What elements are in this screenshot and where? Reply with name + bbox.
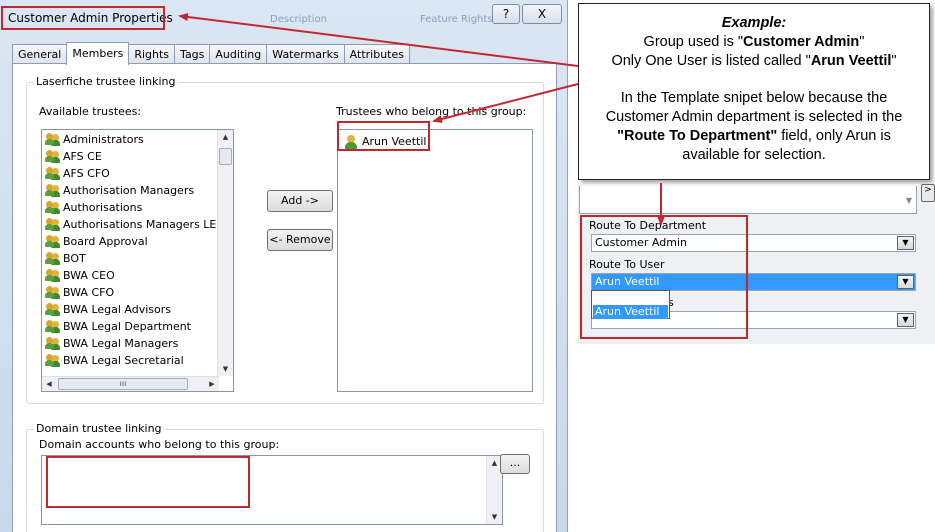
scroll-down-icon[interactable]: ▼ (487, 510, 502, 524)
group-icon (45, 286, 61, 299)
browse-button[interactable]: ... (500, 454, 530, 474)
help-button[interactable]: ? (492, 4, 520, 24)
add-button[interactable]: Add -> (267, 190, 333, 212)
trustee-list-item[interactable]: Administrators (42, 131, 233, 148)
trustee-list-item[interactable]: BOT (42, 250, 233, 267)
callout-para2-line1: In the Template snipet below because the (620, 90, 888, 106)
trustee-name: BWA CEO (63, 269, 115, 282)
domain-group-title: Domain trustee linking (33, 422, 165, 435)
group-icon (45, 354, 61, 367)
domain-accounts-label: Domain accounts who belong to this group… (39, 438, 280, 451)
trustee-list-item[interactable]: Board Approval (42, 233, 233, 250)
group-icon (45, 184, 61, 197)
callout-heading: Example: (721, 15, 787, 31)
trustee-name: BOT (63, 252, 86, 265)
available-list-hscroll[interactable]: ◀ ııı ▶ (42, 376, 219, 391)
available-trustees-label: Available trustees: (39, 105, 142, 118)
laserfiche-group-title: Laserfiche trustee linking (33, 75, 179, 88)
group-icon (45, 252, 61, 265)
available-list-vscroll[interactable]: ▲ ▼ (217, 130, 233, 376)
example-callout: Example: Group used is "Customer Admin" … (578, 3, 930, 180)
tab-rights[interactable]: Rights (128, 44, 176, 64)
trustee-list-item[interactable]: BWA CFO (42, 284, 233, 301)
group-icon (45, 269, 61, 282)
trustee-name: BWA CFO (63, 286, 115, 299)
scroll-left-icon[interactable]: ◀ (42, 377, 56, 391)
tab-auditing[interactable]: Auditing (209, 44, 268, 64)
remove-button[interactable]: <- Remove (267, 229, 333, 251)
scroll-down-icon[interactable]: ▼ (906, 193, 912, 209)
trustee-name: AFS CFO (63, 167, 110, 180)
available-trustees-list[interactable]: Administrators AFS CE AFS CFO Authorisation… (41, 129, 234, 392)
trustee-list-item[interactable]: Authorisations (42, 199, 233, 216)
callout-line-2: Only One User is listed called "Arun Vee… (611, 53, 897, 69)
callout-line-1: Group used is "Customer Admin" (643, 34, 865, 50)
tab-tags[interactable]: Tags (174, 44, 211, 64)
laserfiche-trustee-groupbox: Laserfiche trustee linking Available tru… (26, 75, 544, 404)
trustee-list-item[interactable]: AFS CE (42, 148, 233, 165)
scroll-down-icon[interactable]: ▼ (218, 362, 233, 376)
callout-para2-line2: Customer Admin department is selected in… (605, 109, 903, 125)
group-icon (45, 337, 61, 350)
ghost-feature-text: Feature Rights (420, 14, 493, 25)
group-icon (45, 167, 61, 180)
trustee-name: BWA Legal Department (63, 320, 191, 333)
trustee-list-item[interactable]: BWA Legal Secretarial (42, 352, 233, 369)
tab-strip: General Members Rights Tags Auditing Wat… (12, 42, 410, 65)
ghost-description-text: Description (270, 14, 327, 25)
chevron-down-icon[interactable]: ▼ (897, 236, 914, 250)
trustee-name: BWA Legal Secretarial (63, 354, 184, 367)
group-icon (45, 235, 61, 248)
group-icon (45, 150, 61, 163)
group-members-list[interactable]: Arun Veettil (337, 129, 533, 392)
trustee-name: BWA Legal Advisors (63, 303, 172, 316)
callout-para2-line3: "Route To Department" field, only Arun i… (617, 128, 891, 144)
trustee-list-item[interactable]: BWA Legal Advisors (42, 301, 233, 318)
trustee-list-item[interactable]: BWA Legal Department (42, 318, 233, 335)
group-icon (45, 303, 61, 316)
tab-watermarks[interactable]: Watermarks (266, 44, 345, 64)
member-highlight-box (337, 121, 430, 151)
group-icon (45, 133, 61, 146)
trustee-list-item[interactable]: BWA Legal Managers (42, 335, 233, 352)
scroll-right-icon[interactable]: ▶ (205, 377, 219, 391)
trustee-name: AFS CE (63, 150, 102, 163)
snippet-side-button[interactable]: > (921, 184, 935, 202)
callout-para2-line4: available for selection. (682, 147, 826, 163)
group-icon (45, 320, 61, 333)
domain-highlight-box (46, 456, 250, 508)
chevron-down-icon[interactable]: ▼ (897, 313, 914, 327)
title-highlight-box (1, 6, 165, 30)
chevron-down-icon[interactable]: ▼ (897, 275, 914, 289)
tab-members[interactable]: Members (66, 42, 130, 65)
group-icon (45, 218, 61, 231)
trustee-name: Authorisations Managers LES (63, 218, 224, 231)
trustee-name: Authorisations (63, 201, 143, 214)
close-button[interactable]: X (522, 4, 562, 24)
hscroll-thumb[interactable]: ııı (58, 378, 188, 390)
trustee-name: BWA Legal Managers (63, 337, 179, 350)
trustee-name: Board Approval (63, 235, 148, 248)
trustee-list-item[interactable]: Authorisation Managers (42, 182, 233, 199)
trustee-list-item[interactable]: Authorisations Managers LES (42, 216, 233, 233)
properties-dialog: Customer Admin Properties Description Fe… (0, 0, 568, 532)
scroll-up-icon[interactable]: ▲ (218, 130, 233, 144)
trustee-list-item[interactable]: AFS CFO (42, 165, 233, 182)
snippet-highlight-box (580, 215, 748, 339)
trustee-name: Administrators (63, 133, 144, 146)
scroll-thumb[interactable] (219, 148, 232, 165)
trustee-name: Authorisation Managers (63, 184, 195, 197)
members-label: Trustees who belong to this group: (336, 105, 527, 118)
available-trustees-items: Administrators AFS CE AFS CFO Authorisation… (42, 130, 233, 369)
trustee-list-item[interactable]: BWA CEO (42, 267, 233, 284)
snippet-top-field[interactable]: ▼ (579, 186, 917, 214)
tab-general[interactable]: General (12, 44, 68, 64)
tab-attributes[interactable]: Attributes (343, 44, 410, 64)
group-icon (45, 201, 61, 214)
